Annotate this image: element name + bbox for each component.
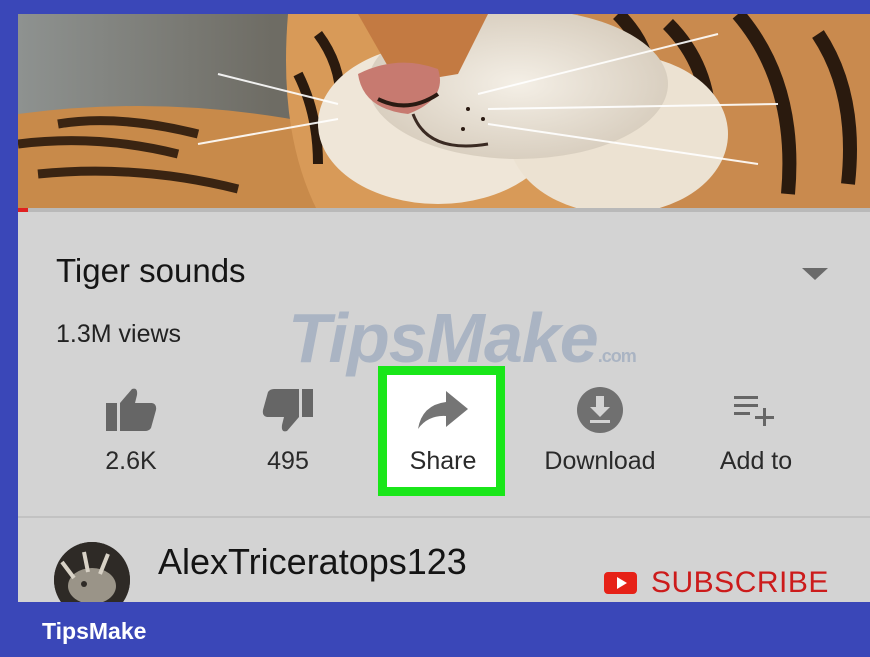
tiger-video-frame (18, 14, 870, 212)
youtube-play-icon (604, 572, 637, 594)
phone-screen: Tiger sounds 1.3M views TipsMake.com 2.6… (18, 14, 870, 602)
channel-avatar[interactable] (54, 542, 130, 602)
subscribe-label: SUBSCRIBE (651, 566, 829, 599)
video-progress-bar[interactable] (18, 208, 870, 212)
view-count: 1.3M views (56, 320, 182, 348)
channel-name[interactable]: AlexTriceratops123 (158, 541, 467, 583)
subscribe-button[interactable]: SUBSCRIBE (604, 566, 829, 600)
add-to-label: Add to (719, 447, 793, 475)
share-arrow-icon (418, 391, 468, 429)
like-button[interactable]: 2.6K (61, 384, 201, 476)
footer-brand: TipsMake (42, 618, 147, 644)
thumbs-up-icon (106, 388, 157, 431)
video-title: Tiger sounds (56, 252, 246, 289)
download-button[interactable]: Download (530, 384, 670, 476)
add-to-button[interactable]: Add to (686, 384, 826, 476)
download-label: Download (544, 447, 656, 475)
expand-description-icon[interactable] (802, 268, 828, 280)
dislike-button[interactable]: 495 (218, 384, 358, 476)
video-progress-fill (18, 208, 29, 212)
share-button[interactable]: Share (373, 384, 513, 476)
triceratops-avatar-image (54, 542, 130, 602)
watermark-suffix: .com (597, 346, 637, 366)
dislike-count: 495 (267, 447, 309, 475)
thumbs-down-icon (262, 389, 313, 432)
divider (18, 516, 870, 518)
add-to-playlist-icon (734, 396, 774, 426)
download-icon (577, 387, 623, 433)
footer-bar: TipsMake (0, 602, 870, 657)
share-label: Share (409, 447, 477, 475)
like-count: 2.6K (105, 447, 157, 475)
video-player[interactable] (18, 14, 870, 212)
